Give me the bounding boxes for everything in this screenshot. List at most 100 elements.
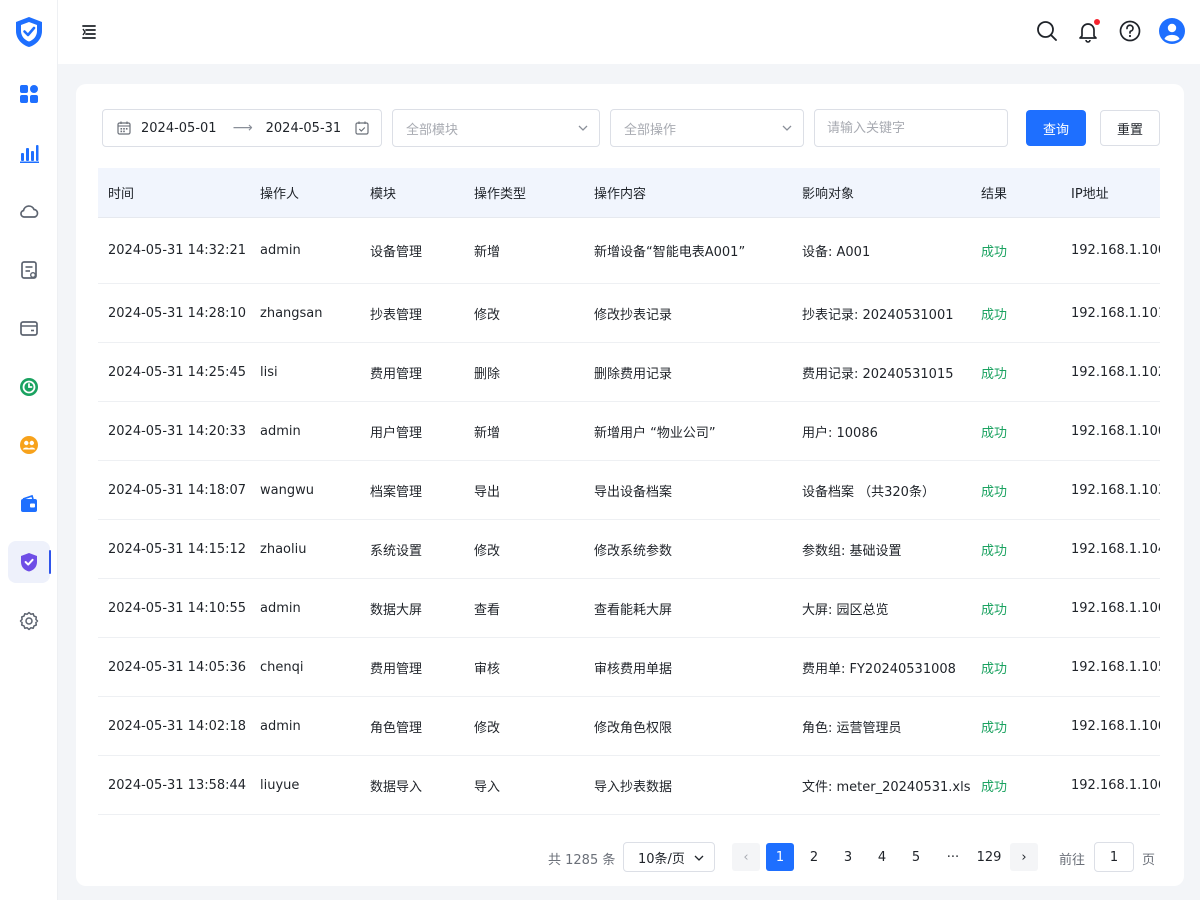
cell-operation-content: 查看能耗大屏	[594, 602, 673, 618]
reset-button[interactable]: 重置	[1100, 110, 1160, 146]
cell-result: 成功	[981, 720, 1008, 736]
cell-operation-content: 删除费用记录	[594, 366, 673, 382]
page-button[interactable]: 5	[902, 843, 930, 871]
page-button[interactable]: 3	[834, 843, 862, 871]
sidebar-item-users[interactable]	[8, 424, 50, 466]
page-button[interactable]: 129	[972, 843, 1006, 871]
cell-operator: zhaoliu	[260, 541, 307, 557]
table-header: 时间 操作人 模块 操作类型 操作内容 影响对象 结果 IP地址	[98, 168, 1160, 218]
table-row[interactable]: 2024-05-31 14:05:36 chenqi 费用管理 审核 审核费用单据 费用单…	[98, 638, 1160, 697]
bell-icon[interactable]	[1075, 18, 1101, 44]
next-page-button[interactable]: ›	[1010, 843, 1038, 871]
cell-operation-type: 导入	[474, 779, 501, 795]
table-row[interactable]: 2024-05-31 14:25:45 lisi 费用管理 删除 删除费用记录 费用记录:…	[98, 343, 1160, 402]
cell-ip-address: 192.168.1.102	[1071, 364, 1160, 380]
cell-result: 成功	[981, 366, 1008, 382]
cloud-icon	[20, 205, 39, 218]
grid-icon	[20, 85, 38, 103]
cell-operation-type: 删除	[474, 366, 501, 382]
cell-ip-address: 192.168.1.100	[1071, 718, 1160, 734]
cell-target: 费用记录: 20240531015	[802, 366, 954, 382]
table-row[interactable]: 2024-05-31 14:28:10 zhangsan 抄表管理 修改 修改抄表记录 抄…	[98, 284, 1160, 343]
cell-operation-content: 新增用户 “物业公司”	[594, 425, 716, 441]
sidebar-item-dashboard[interactable]	[8, 73, 50, 115]
help-icon[interactable]	[1117, 18, 1143, 44]
sidebar-item-cloud[interactable]	[8, 190, 50, 232]
cell-time: 2024-05-31 14:20:33	[108, 423, 247, 439]
cell-operation-type: 新增	[474, 425, 501, 441]
cell-time: 2024-05-31 14:28:10	[108, 305, 247, 321]
cell-result: 成功	[981, 661, 1008, 677]
avatar[interactable]	[1159, 18, 1185, 44]
notification-dot	[1094, 19, 1100, 25]
sidebar-item-wallet[interactable]	[8, 307, 50, 349]
cell-operator: wangwu	[260, 482, 314, 498]
module-select[interactable]: 全部模块	[392, 109, 600, 147]
cell-operator: liuyue	[260, 777, 300, 793]
cell-result: 成功	[981, 484, 1008, 500]
page-button[interactable]: 4	[868, 843, 896, 871]
column-header-ip-address: IP地址	[1071, 187, 1109, 202]
cell-target: 参数组: 基础设置	[802, 543, 902, 559]
operation-select[interactable]: 全部操作	[610, 109, 804, 147]
page-size-select[interactable]: 10条/页	[623, 842, 715, 872]
cell-operation-content: 修改角色权限	[594, 720, 673, 736]
sidebar-item-archive[interactable]	[8, 483, 50, 525]
calendar-check-icon	[355, 121, 369, 135]
cell-operator: admin	[260, 718, 301, 734]
cell-operation-content: 审核费用单据	[594, 661, 673, 677]
menu-toggle-icon[interactable]	[80, 22, 100, 42]
cell-result: 成功	[981, 425, 1008, 441]
goto-label: 前往	[1059, 853, 1086, 868]
chevron-down-icon	[578, 125, 588, 131]
cell-operation-content: 修改系统参数	[594, 543, 673, 559]
table-row[interactable]: 2024-05-31 14:02:18 admin 角色管理 修改 修改角色权限 角色: …	[98, 697, 1160, 756]
cell-ip-address: 192.168.1.100	[1071, 423, 1160, 439]
sidebar-item-time[interactable]	[8, 366, 50, 408]
goto-page-input[interactable]	[1094, 842, 1134, 872]
cell-time: 2024-05-31 14:32:21	[108, 243, 247, 258]
page-button[interactable]: 2	[800, 843, 828, 871]
query-button[interactable]: 查询	[1026, 110, 1086, 146]
table-row[interactable]: 2024-05-31 14:15:12 zhaoliu 系统设置 修改 修改系统参数 参数…	[98, 520, 1160, 579]
sidebar-item-statistics[interactable]	[8, 132, 50, 174]
table-row[interactable]: 2024-05-31 14:18:07 wangwu 档案管理 导出 导出设备档案 设备档…	[98, 461, 1160, 520]
cell-module: 用户管理	[370, 425, 423, 441]
cell-result: 成功	[981, 307, 1008, 323]
chevron-down-icon	[782, 125, 792, 131]
cell-ip-address: 192.168.1.106	[1071, 777, 1160, 793]
cell-operation-type: 修改	[474, 720, 501, 736]
table-row[interactable]: 2024-05-31 14:32:21 admin 设备管理 新增 新增设备“智能电表A…	[98, 218, 1160, 284]
cell-operator: lisi	[260, 364, 278, 380]
end-date[interactable]: 2024-05-31	[266, 121, 342, 136]
prev-page-button[interactable]: ‹	[732, 843, 760, 871]
cell-ip-address: 192.168.1.100	[1071, 243, 1160, 258]
shield-logo-icon[interactable]	[14, 16, 44, 48]
table-row[interactable]: 2024-05-31 14:20:33 admin 用户管理 新增 新增用户 “物业公司…	[98, 402, 1160, 461]
start-date[interactable]: 2024-05-01	[141, 121, 217, 136]
cell-ip-address: 192.168.1.104	[1071, 541, 1160, 557]
cell-module: 数据大屏	[370, 602, 423, 618]
sidebar-item-report[interactable]	[8, 249, 50, 291]
wallet-icon	[20, 321, 38, 336]
page-button[interactable]: 1	[766, 843, 794, 871]
cell-target: 文件: meter_20240531.xlsx	[802, 779, 971, 795]
column-header-operation-content: 操作内容	[594, 187, 647, 202]
search-icon[interactable]	[1034, 18, 1060, 44]
date-range-picker[interactable]: 2024-05-01 ⟶ 2024-05-31	[102, 109, 382, 147]
sidebar-item-security[interactable]	[8, 541, 51, 583]
cell-operator: zhangsan	[260, 305, 323, 321]
cell-operation-type: 审核	[474, 661, 501, 677]
bar-chart-icon	[20, 145, 39, 163]
page-ellipsis[interactable]: ···	[936, 843, 970, 871]
table-row[interactable]: 2024-05-31 13:58:44 liuyue 数据导入 导入 导入抄表数据 文件:…	[98, 756, 1160, 815]
sidebar	[0, 0, 58, 900]
keyword-input[interactable]	[814, 109, 1008, 147]
sidebar-item-settings[interactable]	[8, 600, 50, 642]
archive-icon	[21, 494, 37, 512]
cell-time: 2024-05-31 14:18:07	[108, 482, 247, 498]
cell-result: 成功	[981, 602, 1008, 618]
table-body: 2024-05-31 14:32:21 admin 设备管理 新增 新增设备“智能电表A…	[98, 218, 1160, 815]
cell-target: 费用单: FY20240531008	[802, 661, 956, 677]
table-row[interactable]: 2024-05-31 14:10:55 admin 数据大屏 查看 查看能耗大屏 大屏: …	[98, 579, 1160, 638]
